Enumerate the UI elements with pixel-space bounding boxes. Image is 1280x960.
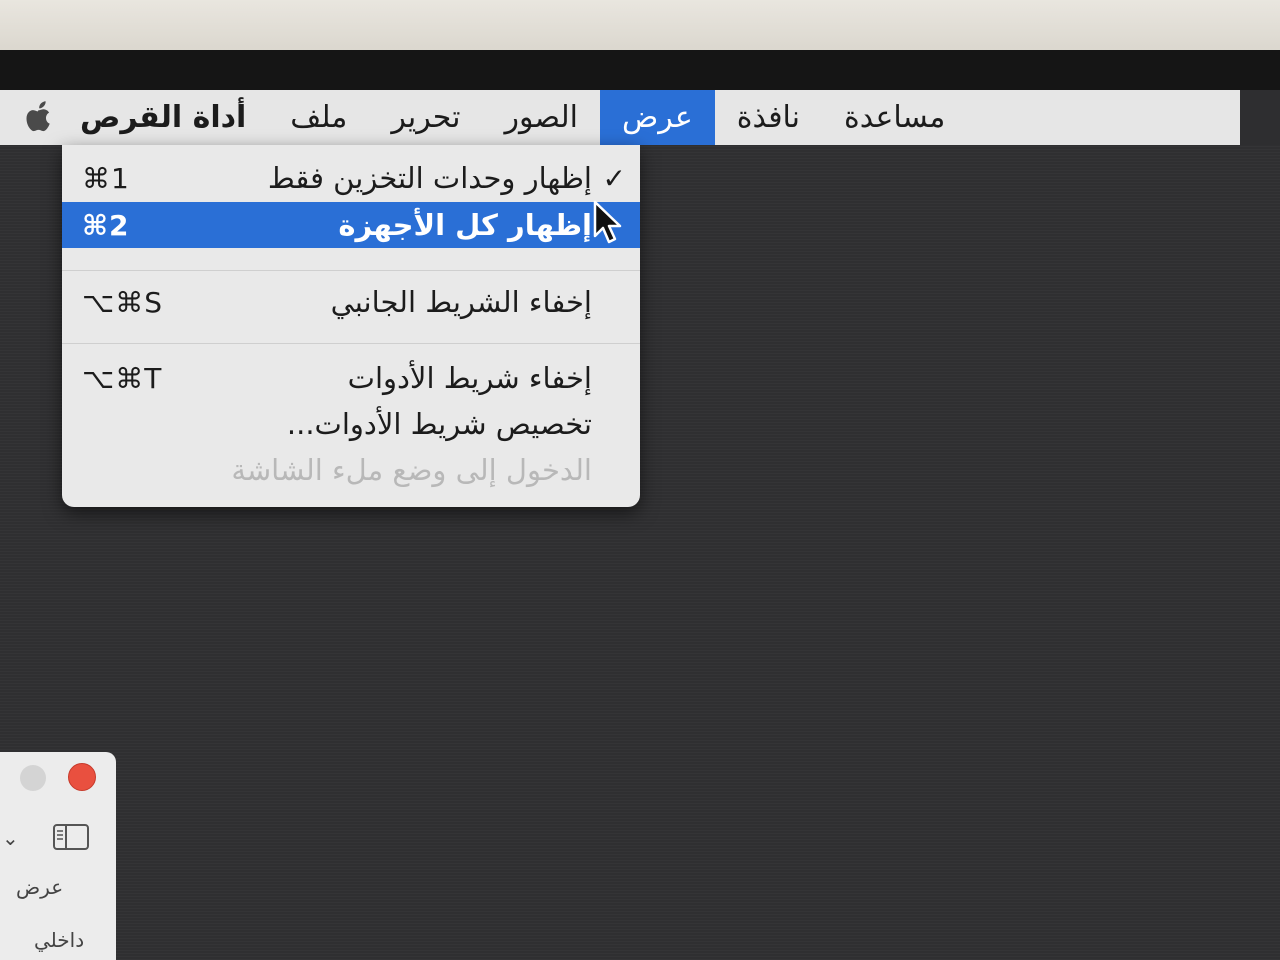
menu-bar: أداة القرص ملف تحرير الصور عرض نافذة مسا… — [0, 90, 1240, 145]
menu-window[interactable]: نافذة — [715, 90, 822, 145]
menu-item-label: إخفاء شريط الأدوات — [347, 361, 592, 395]
menu-help[interactable]: مساعدة — [822, 90, 967, 145]
sidebar-section-internal: داخلي — [34, 928, 85, 952]
menu-disk-utility[interactable]: أداة القرص — [58, 90, 268, 145]
menu-images[interactable]: الصور — [483, 90, 600, 145]
menu-item-customize-toolbar[interactable]: تخصيص شريط الأدوات... — [62, 401, 640, 447]
close-button[interactable] — [68, 763, 96, 791]
monitor-bezel-edge — [0, 50, 1280, 90]
sidebar-toggle-icon[interactable] — [52, 822, 90, 852]
menu-item-label: الدخول إلى وضع ملء الشاشة — [231, 453, 592, 487]
chevron-down-icon[interactable]: ⌄ — [2, 826, 19, 850]
menu-item-show-volumes-only[interactable]: ✓ إظهار وحدات التخزين فقط ⌘1 — [62, 155, 640, 201]
menu-edit[interactable]: تحرير — [369, 90, 482, 145]
menu-separator — [62, 270, 640, 271]
checkmark-icon: ✓ — [602, 161, 626, 195]
menu-item-label: إظهار كل الأجهزة — [338, 208, 592, 242]
menu-item-label: تخصيص شريط الأدوات... — [286, 407, 592, 441]
menu-item-hide-toolbar[interactable]: إخفاء شريط الأدوات ⌥⌘T — [62, 355, 640, 401]
keyboard-shortcut: ⌘1 — [82, 161, 130, 195]
keyboard-shortcut: ⌥⌘S — [82, 285, 164, 319]
keyboard-shortcut: ⌥⌘T — [82, 361, 163, 395]
toolbar-view-label: عرض — [16, 875, 64, 899]
menu-item-show-all-devices[interactable]: إظهار كل الأجهزة ⌘2 — [62, 202, 640, 248]
menu-view[interactable]: عرض — [600, 90, 715, 145]
menu-separator — [62, 343, 640, 344]
menu-item-label: إظهار وحدات التخزين فقط — [267, 161, 592, 195]
view-menu-dropdown: ✓ إظهار وحدات التخزين فقط ⌘1 إظهار كل ال… — [62, 145, 640, 507]
menu-item-label: إخفاء الشريط الجانبي — [330, 285, 592, 319]
minimize-button[interactable] — [20, 765, 46, 791]
menu-item-enter-fullscreen: الدخول إلى وضع ملء الشاشة — [62, 447, 640, 493]
menu-file[interactable]: ملف — [268, 90, 369, 145]
keyboard-shortcut: ⌘2 — [82, 208, 130, 242]
mouse-cursor-icon — [593, 200, 622, 244]
menu-item-hide-sidebar[interactable]: إخفاء الشريط الجانبي ⌥⌘S — [62, 279, 640, 325]
apple-icon[interactable] — [18, 98, 58, 138]
